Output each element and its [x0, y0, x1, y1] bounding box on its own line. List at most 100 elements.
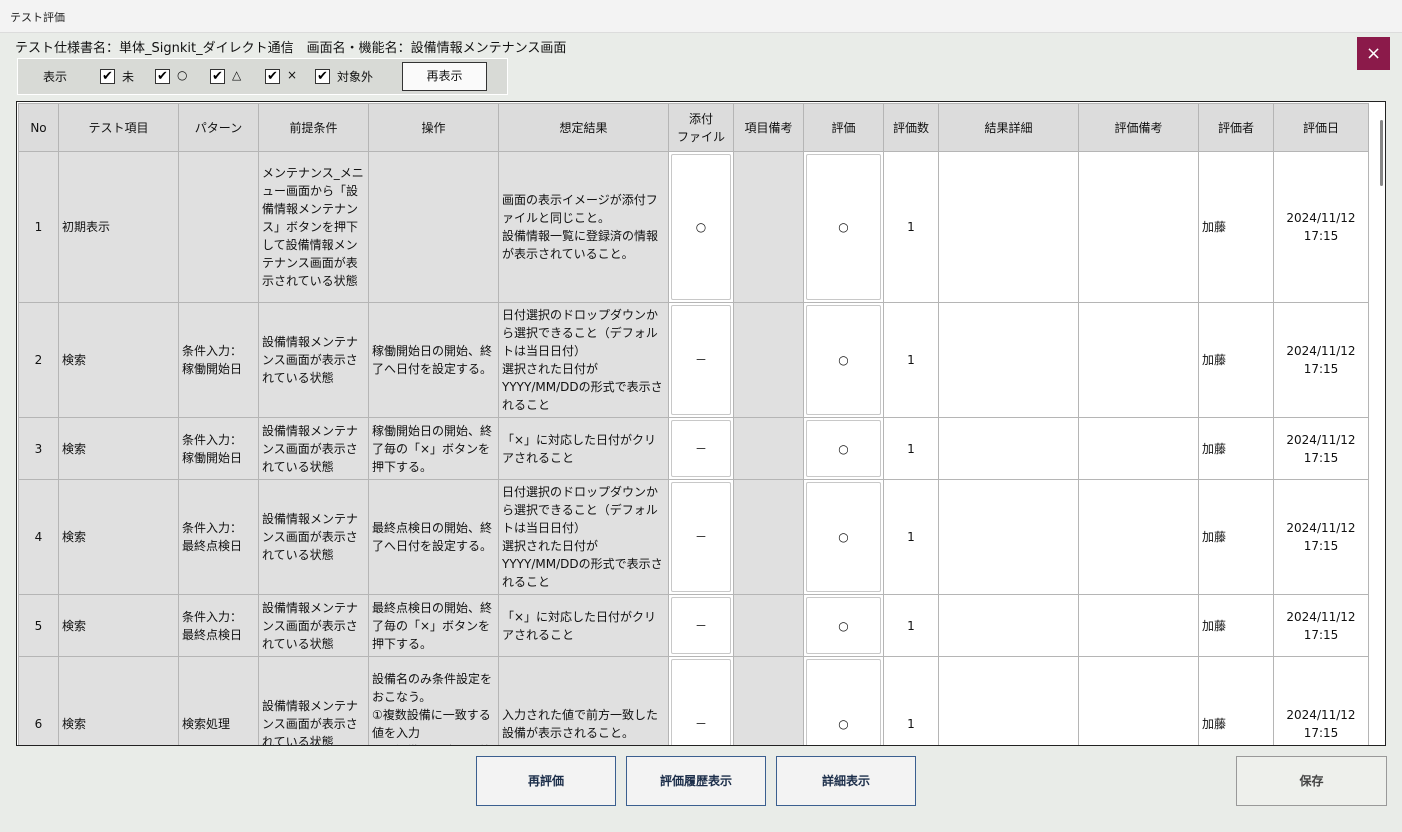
cell-precondition: 設備情報メンテナンス画面が表示されている状態: [258, 594, 369, 657]
cell-test-item: 検索: [58, 479, 179, 595]
evaluation-select[interactable]: ○: [806, 154, 881, 300]
table-row[interactable]: 4 検索 条件入力： 最終点検日 設備情報メンテナンス画面が表示されている状態 最終点検…: [18, 479, 1369, 595]
cell-eval-note: [1078, 302, 1199, 418]
cell-evaluator: 加藤: [1198, 151, 1274, 303]
attachment-box[interactable]: －: [671, 420, 731, 477]
cell-expected-result: 日付選択のドロップダウンから選択できること（デフォルトは当日日付） 選択された日…: [498, 302, 669, 418]
cell-eval-date: 2024/11/12 17:15: [1273, 594, 1369, 657]
display-label: 表示: [43, 70, 68, 84]
save-button[interactable]: 保存: [1236, 756, 1387, 806]
cell-no: 4: [18, 479, 59, 595]
evaluation-history-button[interactable]: 評価履歴表示: [626, 756, 766, 806]
table-row[interactable]: 6 検索 検索処理 設備情報メンテナンス画面が表示されている状態 設備名のみ条件設定をお…: [18, 656, 1369, 745]
cell-pattern: 条件入力： 稼働開始日: [178, 417, 259, 480]
detail-display-button[interactable]: 詳細表示: [776, 756, 916, 806]
cell-expected-result: 入力された値で前方一致した設備が表示されること。: [498, 656, 669, 745]
cell-precondition: 設備情報メンテナンス画面が表示されている状態: [258, 302, 369, 418]
cell-evaluation: ○: [803, 302, 884, 418]
col-header-precondition: 前提条件: [258, 103, 369, 152]
cell-operation: 最終点検日の開始、終了毎の「×」ボタンを押下する。: [368, 594, 499, 657]
cell-evaluator: 加藤: [1198, 302, 1274, 418]
cell-test-item: 検索: [58, 594, 179, 657]
evaluation-select[interactable]: ○: [806, 482, 881, 592]
table-row[interactable]: 3 検索 条件入力： 稼働開始日 設備情報メンテナンス画面が表示されている状態 稼働開始…: [18, 417, 1369, 480]
attachment-box[interactable]: －: [671, 597, 731, 654]
col-header-operation: 操作: [368, 103, 499, 152]
cell-eval-note: [1078, 594, 1199, 657]
cell-item-note: [733, 656, 804, 745]
cell-evaluation: ○: [803, 479, 884, 595]
cell-attachment: －: [668, 417, 734, 480]
spec-name-line: テスト仕様書名：単体_Signkit_ダイレクト通信 画面名・機能名：設備情報メ…: [15, 41, 567, 56]
filter-label-circle: ○: [177, 68, 188, 82]
cell-test-item: 検索: [58, 302, 179, 418]
evaluation-select[interactable]: ○: [806, 420, 881, 477]
cell-no: 5: [18, 594, 59, 657]
filter-checkbox-triangle[interactable]: ✔: [210, 69, 225, 84]
cell-eval-date: 2024/11/12 17:15: [1273, 151, 1369, 303]
filter-checkbox-circle[interactable]: ✔: [155, 69, 170, 84]
filter-checkbox-excluded[interactable]: ✔: [315, 69, 330, 84]
cell-item-note: [733, 594, 804, 657]
cell-evaluator: 加藤: [1198, 656, 1274, 745]
col-header-test-item: テスト項目: [58, 103, 179, 152]
cell-evaluator: 加藤: [1198, 594, 1274, 657]
cell-item-note: [733, 151, 804, 303]
cell-operation: 稼働開始日の開始、終了毎の「×」ボタンを押下する。: [368, 417, 499, 480]
evaluation-select[interactable]: ○: [806, 659, 881, 745]
cell-item-note: [733, 417, 804, 480]
cell-no: 3: [18, 417, 59, 480]
attachment-box[interactable]: －: [671, 305, 731, 415]
reevaluate-button[interactable]: 再評価: [476, 756, 616, 806]
cell-precondition: メンテナンス_メニュー画面から「設備情報メンテナンス」ボタンを押下して設備情報メ…: [258, 151, 369, 303]
cell-eval-note: [1078, 656, 1199, 745]
attachment-box[interactable]: －: [671, 659, 731, 745]
filter-label-cross: ×: [287, 68, 298, 82]
cell-item-note: [733, 302, 804, 418]
col-header-no: No: [18, 103, 59, 152]
col-header-pattern: パターン: [178, 103, 259, 152]
col-header-result-detail: 結果詳細: [938, 103, 1079, 152]
cell-attachment: ○: [668, 151, 734, 303]
cell-test-item: 検索: [58, 656, 179, 745]
redisplay-button[interactable]: 再表示: [402, 62, 487, 91]
cell-expected-result: 日付選択のドロップダウンから選択できること（デフォルトは当日日付） 選択された日…: [498, 479, 669, 595]
close-button[interactable]: ×: [1357, 37, 1390, 70]
cell-operation: 設備名のみ条件設定をおこなう。 ①複数設備に一致する値を入力 ②１設備に一致する…: [368, 656, 499, 745]
cell-no: 6: [18, 656, 59, 745]
vertical-scrollbar[interactable]: [1380, 120, 1383, 186]
cell-eval-note: [1078, 151, 1199, 303]
cell-operation: [368, 151, 499, 303]
attachment-box[interactable]: ○: [671, 154, 731, 300]
cell-eval-note: [1078, 479, 1199, 595]
table-row[interactable]: 2 検索 条件入力： 稼働開始日 設備情報メンテナンス画面が表示されている状態 稼働開始…: [18, 302, 1369, 418]
col-header-eval-note: 評価備考: [1078, 103, 1199, 152]
col-header-eval-date: 評価日: [1273, 103, 1369, 152]
cell-pattern: 条件入力： 稼働開始日: [178, 302, 259, 418]
filter-label-triangle: △: [232, 68, 242, 82]
filter-checkbox-cross[interactable]: ✔: [265, 69, 280, 84]
col-header-expected-result: 想定結果: [498, 103, 669, 152]
col-header-eval-count: 評価数: [883, 103, 939, 152]
cell-evaluator: 加藤: [1198, 417, 1274, 480]
table-row[interactable]: 5 検索 条件入力： 最終点検日 設備情報メンテナンス画面が表示されている状態 最終点検…: [18, 594, 1369, 657]
cell-evaluation: ○: [803, 594, 884, 657]
cell-pattern: 検索処理: [178, 656, 259, 745]
cell-eval-count: 1: [883, 656, 939, 745]
cell-evaluation: ○: [803, 417, 884, 480]
cell-result-detail: [938, 656, 1079, 745]
evaluation-select[interactable]: ○: [806, 305, 881, 415]
filter-checkbox-mi[interactable]: ✔: [100, 69, 115, 84]
table-row[interactable]: 1 初期表示 メンテナンス_メニュー画面から「設備情報メンテナンス」ボタンを押下して…: [18, 151, 1369, 303]
header-row: No テスト項目 パターン 前提条件 操作 想定結果 添付 ファイル 項目備考 …: [18, 103, 1369, 152]
col-header-evaluation: 評価: [803, 103, 884, 152]
cell-precondition: 設備情報メンテナンス画面が表示されている状態: [258, 417, 369, 480]
attachment-box[interactable]: －: [671, 482, 731, 592]
cell-pattern: [178, 151, 259, 303]
filter-label-mi: 未: [122, 70, 135, 84]
cell-no: 1: [18, 151, 59, 303]
filter-label-excluded: 対象外: [337, 70, 374, 84]
cell-result-detail: [938, 151, 1079, 303]
evaluation-select[interactable]: ○: [806, 597, 881, 654]
cell-attachment: －: [668, 479, 734, 595]
